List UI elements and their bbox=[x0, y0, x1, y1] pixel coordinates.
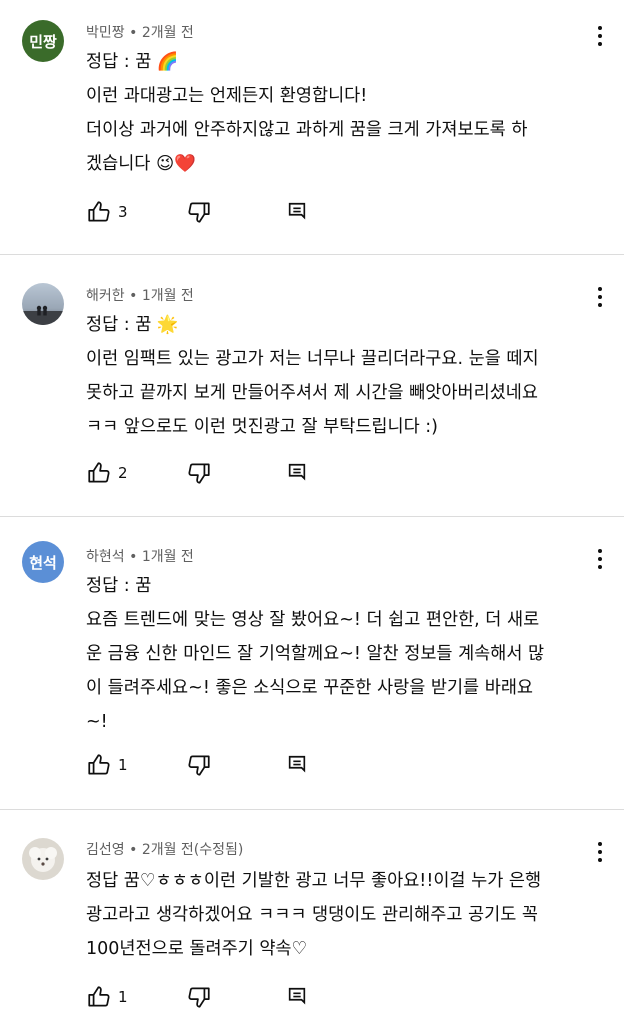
comment-time[interactable]: 1개월 전 bbox=[142, 288, 194, 304]
reply-button[interactable] bbox=[286, 986, 308, 1008]
like-button[interactable]: 2 bbox=[86, 460, 146, 486]
comment-meta: 하현석 • 1개월 전 bbox=[86, 546, 194, 566]
avatar[interactable] bbox=[22, 283, 64, 325]
more-options-icon[interactable] bbox=[590, 22, 610, 50]
avatar[interactable]: 현석 bbox=[22, 541, 64, 583]
reply-icon bbox=[286, 201, 308, 223]
meta-separator: • bbox=[129, 549, 142, 565]
comment-actions: 3 bbox=[86, 197, 308, 227]
thumbs-up-icon bbox=[86, 984, 112, 1010]
meta-separator: • bbox=[129, 25, 142, 41]
more-options-icon[interactable] bbox=[590, 283, 610, 311]
comment-line: 정답 꿈♡ㅎㅎㅎ이런 기발한 광고 너무 좋아요!!이걸 누가 은행 bbox=[86, 871, 542, 891]
comment-text: 정답 꿈♡ㅎㅎㅎ이런 기발한 광고 너무 좋아요!!이걸 누가 은행 광고라고 … bbox=[86, 864, 541, 966]
thumbs-down-icon bbox=[186, 460, 212, 486]
comment-text: 정답 : 꿈 🌟 이런 임팩트 있는 광고가 저는 너무나 끌리더라구요. 눈을… bbox=[86, 308, 539, 444]
comment-text: 정답 : 꿈 🌈 이런 과대광고는 언제든지 환영합니다! 더이상 과거에 안주… bbox=[86, 45, 527, 181]
comment-line: 정답 : 꿈 bbox=[86, 576, 152, 596]
comment-meta: 해커한 • 1개월 전 bbox=[86, 285, 194, 305]
author-name[interactable]: 박민짱 bbox=[86, 25, 125, 41]
more-options-icon[interactable] bbox=[590, 545, 610, 573]
like-button[interactable]: 1 bbox=[86, 984, 146, 1010]
like-count: 1 bbox=[118, 988, 128, 1006]
dislike-button[interactable] bbox=[186, 199, 286, 225]
reply-icon bbox=[286, 462, 308, 484]
like-button[interactable]: 1 bbox=[86, 752, 146, 778]
thumbs-up-icon bbox=[86, 752, 112, 778]
comment-meta: 김선영 • 2개월 전(수정됨) bbox=[86, 839, 243, 859]
comment-line: 정답 : 꿈 🌟 bbox=[86, 315, 179, 335]
comment-line: 못하고 끝까지 보게 만들어주셔서 제 시간을 빼앗아버리셨네요 bbox=[86, 383, 538, 403]
comment-line: 운 금융 신한 마인드 잘 기억할께요~! 알찬 정보들 계속해서 많 bbox=[86, 644, 545, 664]
thumbs-up-icon bbox=[86, 199, 112, 225]
like-count: 2 bbox=[118, 464, 128, 482]
reply-button[interactable] bbox=[286, 462, 308, 484]
dislike-button[interactable] bbox=[186, 752, 286, 778]
comment-line: 이 들려주세요~! 좋은 소식으로 꾸준한 사랑을 받기를 바래요 bbox=[86, 678, 534, 698]
comment-line: 요즘 트렌드에 맞는 영상 잘 봤어요~! 더 쉽고 편안한, 더 새로 bbox=[86, 610, 540, 630]
comment-time[interactable]: 2개월 전 bbox=[142, 25, 194, 41]
comment-line: 더이상 과거에 안주하지않고 과하게 꿈을 크게 가져보도록 하 bbox=[86, 120, 528, 140]
comment-text: 정답 : 꿈 요즘 트렌드에 맞는 영상 잘 봤어요~! 더 쉽고 편안한, 더… bbox=[86, 569, 544, 739]
comment-line: 100년전으로 돌려주기 약속♡ bbox=[86, 939, 308, 959]
comment-line: ~! bbox=[86, 712, 108, 732]
reply-icon bbox=[286, 754, 308, 776]
comment-item: 김선영 • 2개월 전(수정됨) 정답 꿈♡ㅎㅎㅎ이런 기발한 광고 너무 좋아… bbox=[0, 810, 624, 1024]
comment-line: 이런 과대광고는 언제든지 환영합니다! bbox=[86, 86, 368, 106]
meta-separator: • bbox=[129, 288, 142, 304]
dislike-button[interactable] bbox=[186, 460, 286, 486]
thumbs-down-icon bbox=[186, 199, 212, 225]
comment-meta: 박민짱 • 2개월 전 bbox=[86, 22, 194, 42]
comment-line: 겠습니다 😉❤️ bbox=[86, 154, 196, 174]
comment-actions: 1 bbox=[86, 750, 308, 780]
author-name[interactable]: 해커한 bbox=[86, 288, 125, 304]
reply-icon bbox=[286, 986, 308, 1008]
like-button[interactable]: 3 bbox=[86, 199, 146, 225]
thumbs-down-icon bbox=[186, 752, 212, 778]
comment-time[interactable]: 2개월 전(수정됨) bbox=[142, 842, 244, 858]
avatar[interactable] bbox=[22, 838, 64, 880]
like-count: 1 bbox=[118, 756, 128, 774]
comment-line: 이런 임팩트 있는 광고가 저는 너무나 끌리더라구요. 눈을 떼지 bbox=[86, 349, 539, 369]
meta-separator: • bbox=[129, 842, 142, 858]
dislike-button[interactable] bbox=[186, 984, 286, 1010]
reply-button[interactable] bbox=[286, 201, 308, 223]
comment-actions: 1 bbox=[86, 982, 308, 1012]
comment-item: 해커한 • 1개월 전 정답 : 꿈 🌟 이런 임팩트 있는 광고가 저는 너무… bbox=[0, 255, 624, 517]
thumbs-up-icon bbox=[86, 460, 112, 486]
comment-item: 민짱 박민짱 • 2개월 전 정답 : 꿈 🌈 이런 과대광고는 언제든지 환영… bbox=[0, 0, 624, 255]
comment-item: 현석 하현석 • 1개월 전 정답 : 꿈 요즘 트렌드에 맞는 영상 잘 봤어… bbox=[0, 517, 624, 810]
comment-line: ㅋㅋ 앞으로도 이런 멋진광고 잘 부탁드립니다 :) bbox=[86, 417, 438, 437]
comment-actions: 2 bbox=[86, 458, 308, 488]
comment-time[interactable]: 1개월 전 bbox=[142, 549, 194, 565]
reply-button[interactable] bbox=[286, 754, 308, 776]
comment-line: 정답 : 꿈 🌈 bbox=[86, 52, 179, 72]
like-count: 3 bbox=[118, 203, 128, 221]
comment-line: 광고라고 생각하겠어요 ㅋㅋㅋ 댕댕이도 관리해주고 공기도 꼭 bbox=[86, 905, 538, 925]
author-name[interactable]: 김선영 bbox=[86, 842, 125, 858]
avatar[interactable]: 민짱 bbox=[22, 20, 64, 62]
more-options-icon[interactable] bbox=[590, 838, 610, 866]
author-name[interactable]: 하현석 bbox=[86, 549, 125, 565]
thumbs-down-icon bbox=[186, 984, 212, 1010]
